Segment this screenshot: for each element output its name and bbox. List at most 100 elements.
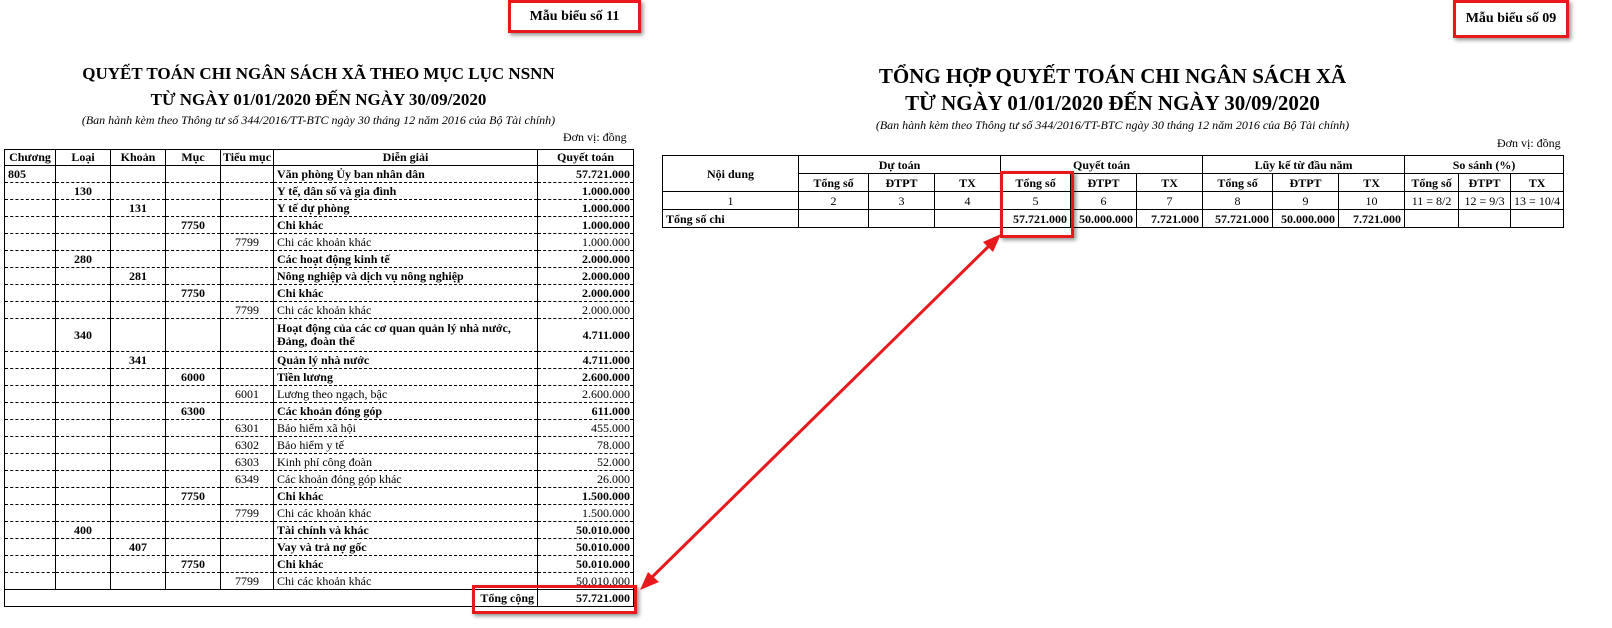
cell-quyet-toan: 50.010.000 <box>537 572 634 590</box>
cell-muc <box>165 385 221 403</box>
cell-quyet-toan: 2.000.000 <box>537 284 634 302</box>
index-cell: 13 = 10/4 <box>1510 191 1565 210</box>
col-header-khoan: Khoản <box>110 149 166 166</box>
cell-tieu-muc <box>220 216 274 234</box>
sub-header-cell: Tổng số <box>798 173 869 192</box>
cell-muc <box>165 538 221 556</box>
cell-loai <box>55 216 111 234</box>
index-cell: 11 = 8/2 <box>1404 191 1460 210</box>
cell-quyet-toan: 2.000.000 <box>537 267 634 285</box>
cell-dien-giai: Y tế dự phòng <box>273 199 538 217</box>
cell-khoan <box>110 216 166 234</box>
cell-chuong <box>4 385 56 403</box>
right-table-total-row: Tổng số chi 57.721.000 50.000.000 7.721.00… <box>662 209 1565 228</box>
table-row: 341 Quản lý nhà nước 4.711.000 <box>4 351 634 369</box>
cell-chuong <box>4 182 56 200</box>
cell-tieu-muc: 6303 <box>220 453 274 471</box>
cell-khoan <box>110 572 166 590</box>
total-value-cell <box>933 209 1002 228</box>
cell-chuong <box>4 301 56 319</box>
cell-muc <box>165 165 221 183</box>
cell-loai: 130 <box>55 182 111 200</box>
cell-muc <box>165 572 221 590</box>
cell-dien-giai: Chi các khoản khác <box>273 233 538 251</box>
cell-chuong <box>4 504 56 522</box>
group-header-luy-ke: Lũy kế từ đầu năm <box>1202 155 1406 174</box>
cell-muc <box>165 182 221 200</box>
table-row: 6000 Tiền lương 2.600.000 <box>4 368 634 386</box>
cell-dien-giai: Tài chính và khác <box>273 521 538 539</box>
left-table-header-row: Chương Loại Khoản Mục Tiểu mục Diễn giải… <box>4 149 634 166</box>
cell-khoan: 131 <box>110 199 166 217</box>
cell-khoan <box>110 368 166 386</box>
cell-loai: 280 <box>55 250 111 268</box>
table-row: 7799 Chi các khoản khác 1.000.000 <box>4 233 634 251</box>
cell-tieu-muc: 6349 <box>220 470 274 488</box>
cell-dien-giai: Nông nghiệp và dịch vụ nông nghiệp <box>273 267 538 285</box>
cell-chuong <box>4 487 56 505</box>
right-subtitle: (Ban hành kèm theo Thông tư số 344/2016/… <box>875 118 1350 132</box>
cell-khoan <box>110 470 166 488</box>
cell-loai <box>55 301 111 319</box>
cell-tieu-muc <box>220 368 274 386</box>
cell-khoan <box>110 301 166 319</box>
cell-muc: 6000 <box>165 368 221 386</box>
cell-dien-giai: Bảo hiểm xã hội <box>273 419 538 437</box>
index-cell: 9 <box>1272 191 1340 210</box>
cell-dien-giai: Kinh phí công đoàn <box>273 453 538 471</box>
cell-quyet-toan: 1.000.000 <box>537 233 634 251</box>
cell-tieu-muc: 7799 <box>220 301 274 319</box>
group-header-du-toan: Dự toán <box>797 155 1002 174</box>
total-value-cell: 7.721.000 <box>1136 209 1204 228</box>
cell-khoan <box>110 233 166 251</box>
cell-khoan: 407 <box>110 538 166 556</box>
cell-tieu-muc: 7799 <box>220 233 274 251</box>
group-header-quyet-toan: Quyết toán <box>1000 155 1204 174</box>
cell-quyet-toan: 611.000 <box>537 402 634 420</box>
left-title-line1: QUYẾT TOÁN CHI NGÂN SÁCH XÃ THEO MỤC LỤC… <box>82 64 555 83</box>
cell-tieu-muc: 6001 <box>220 385 274 403</box>
index-cell: 8 <box>1202 191 1274 210</box>
right-table-subheader-row: Tổng số ĐTPT TX Tổng số ĐTPT TX Tổng số ĐTPT TX T… <box>663 173 1565 192</box>
total-label: Tổng cộng <box>273 589 538 607</box>
cell-loai <box>55 385 111 403</box>
cell-muc: 7750 <box>165 555 221 573</box>
cell-dien-giai: Tiền lương <box>273 368 538 386</box>
cell-loai <box>55 267 111 285</box>
cell-khoan <box>110 402 166 420</box>
cell-khoan <box>110 318 166 352</box>
cell-muc <box>165 250 221 268</box>
form-number-left: Mẫu biểu số 11 <box>508 0 641 33</box>
table-row: 6001 Lương theo ngạch, bậc 2.600.000 <box>4 385 634 403</box>
cell-khoan <box>110 521 166 539</box>
index-cell: 12 = 9/3 <box>1458 191 1512 210</box>
cell-dien-giai: Chi các khoản khác <box>273 572 538 590</box>
cell-loai <box>55 233 111 251</box>
cell-chuong <box>4 351 56 369</box>
right-table-group-row: Nội dung Dự toán Quyết toán Lũy kế từ đầ… <box>662 155 1565 192</box>
cell-dien-giai: Văn phòng Ủy ban nhân dân <box>273 165 538 183</box>
table-row: 407 Vay và trả nợ gốc 50.010.000 <box>4 538 634 556</box>
col-header-chuong: Chương <box>4 149 56 166</box>
col-header-dien-giai: Diễn giải <box>273 149 538 166</box>
cell-chuong <box>4 233 56 251</box>
cell-quyet-toan: 2.600.000 <box>537 385 634 403</box>
cell-quyet-toan: 78.000 <box>537 436 634 454</box>
cell-tieu-muc <box>220 351 274 369</box>
cell-muc: 6300 <box>165 402 221 420</box>
cell-muc <box>165 521 221 539</box>
cell-dien-giai: Các khoản đóng góp <box>273 402 538 420</box>
table-row: 805 Văn phòng Ủy ban nhân dân 57.721.000 <box>4 165 634 183</box>
cell-tieu-muc: 6301 <box>220 419 274 437</box>
cell-muc <box>165 199 221 217</box>
cell-chuong <box>4 216 56 234</box>
cell-dien-giai: Chi các khoản khác <box>273 301 538 319</box>
cell-muc: 7750 <box>165 216 221 234</box>
cell-muc: 7750 <box>165 284 221 302</box>
left-title-line2: TỪ NGÀY 01/01/2020 ĐẾN NGÀY 30/09/2020 <box>150 90 487 109</box>
cell-loai <box>55 572 111 590</box>
form-number-right: Mẫu biểu số 09 <box>1453 0 1569 38</box>
cell-tieu-muc <box>220 487 274 505</box>
cell-dien-giai: Quản lý nhà nước <box>273 351 538 369</box>
cell-loai <box>55 436 111 454</box>
